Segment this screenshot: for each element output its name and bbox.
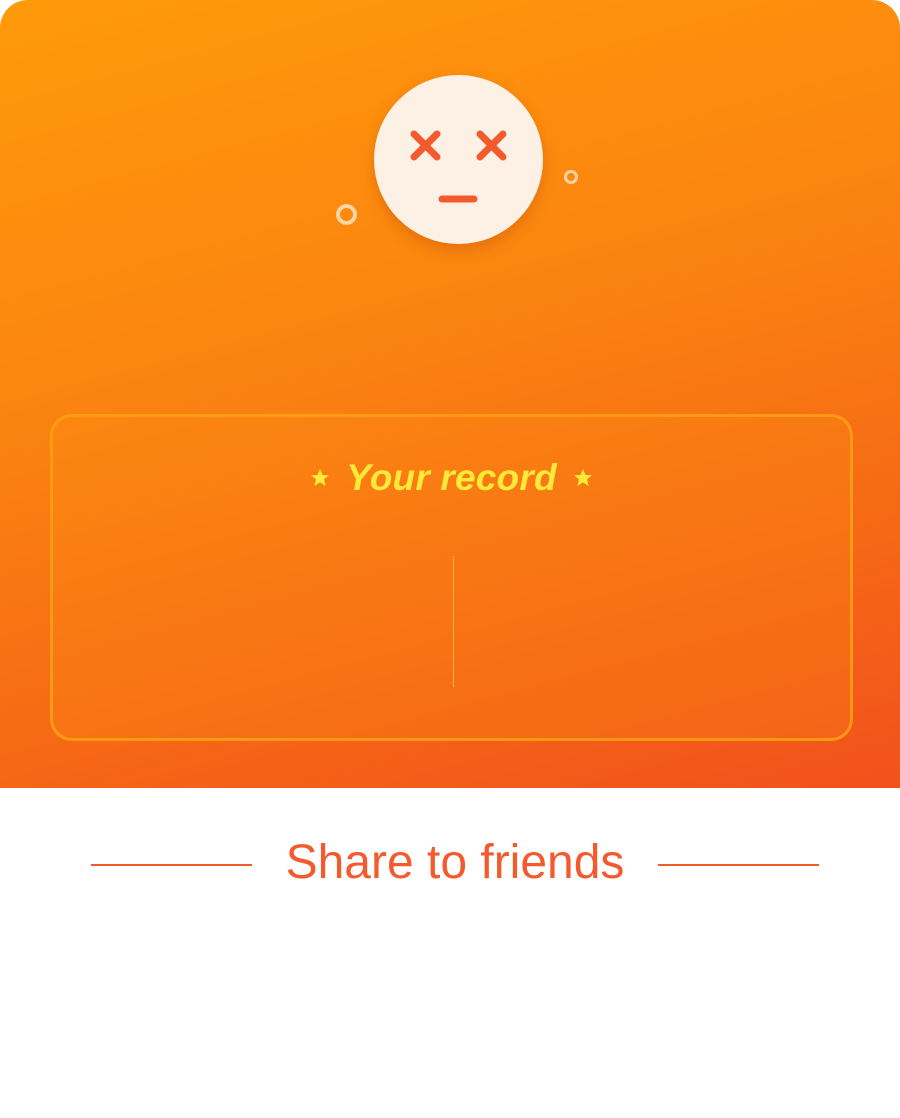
record-card: Your record: [50, 414, 853, 741]
record-divider: [453, 556, 454, 687]
decorative-ring-icon: [564, 170, 578, 184]
result-header: Your record: [0, 0, 900, 788]
divider-line: [91, 864, 252, 866]
decorative-ring-icon: [336, 204, 357, 225]
result-page: Your record Share to friends: [0, 0, 900, 1118]
star-icon: [311, 469, 330, 486]
record-header: Your record: [53, 453, 850, 503]
share-title: Share to friends: [285, 836, 625, 889]
share-section: Share to friends: [0, 832, 900, 896]
divider-line: [658, 864, 819, 866]
record-title: Your record: [346, 457, 557, 498]
star-icon: [573, 469, 592, 486]
dizzy-face-icon: [374, 75, 543, 244]
